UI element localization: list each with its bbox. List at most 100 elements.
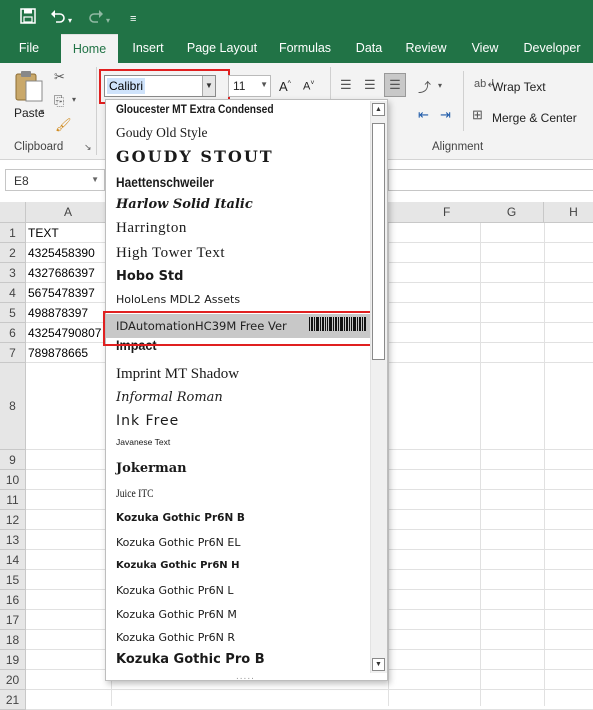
row-header[interactable]: 1 — [0, 223, 26, 243]
customize-icon[interactable]: ≡ — [130, 10, 136, 28]
row-header[interactable]: 20 — [0, 670, 26, 690]
copy-icon[interactable]: ⎘ — [54, 93, 64, 109]
tab-insert[interactable]: Insert — [128, 34, 168, 63]
select-all-corner[interactable] — [0, 202, 26, 223]
cell[interactable]: 789878665 — [28, 346, 106, 360]
redo-dropdown-icon[interactable]: ▾ — [106, 12, 110, 30]
row-header[interactable]: 14 — [0, 550, 26, 570]
font-list-item[interactable]: Kozuka Gothic Pr6N L — [116, 584, 234, 597]
align-middle-icon[interactable]: ☰ — [364, 77, 376, 93]
scrollbar-thumb[interactable] — [372, 123, 385, 360]
tab-file[interactable]: File — [14, 34, 44, 63]
font-list-item[interactable]: Kozuka Gothic Pr6N EL — [116, 536, 240, 549]
row-header[interactable]: 18 — [0, 630, 26, 650]
font-size-combobox[interactable]: 11 ▼ — [228, 75, 271, 97]
undo-dropdown-icon[interactable]: ▾ — [68, 12, 72, 30]
cut-icon[interactable]: ✂ — [54, 69, 65, 85]
row-header[interactable]: 3 — [0, 263, 26, 283]
name-box-dropdown-icon[interactable]: ▼ — [91, 175, 99, 184]
column-header-g[interactable]: G — [480, 202, 544, 223]
increase-indent-icon[interactable]: ⇥ — [440, 107, 451, 123]
tab-home[interactable]: Home — [61, 34, 118, 63]
clipboard-launcher-icon[interactable]: ↘ — [84, 142, 92, 153]
wrap-text-label[interactable]: Wrap Text — [492, 80, 546, 94]
row-header[interactable]: 8 — [0, 363, 26, 450]
cell[interactable]: TEXT — [28, 226, 106, 240]
font-size-value[interactable]: 11 — [233, 79, 245, 93]
cell[interactable]: 4327686397 — [28, 266, 106, 280]
row-header[interactable]: 6 — [0, 323, 26, 343]
selected-font-highlight — [103, 311, 375, 346]
copy-dropdown-icon[interactable]: ▾ — [72, 95, 76, 104]
row-header[interactable]: 16 — [0, 590, 26, 610]
align-top-icon[interactable]: ☰ — [340, 77, 352, 93]
tab-developer[interactable]: Developer — [518, 34, 586, 63]
font-list-item[interactable]: Kozuka Gothic Pr6N R — [116, 631, 235, 644]
font-list-item[interactable]: HoloLens MDL2 Assets — [116, 293, 240, 306]
merge-center-icon[interactable]: ⊞ — [472, 107, 483, 123]
row-header[interactable]: 9 — [0, 450, 26, 470]
font-size-dropdown-icon[interactable]: ▼ — [260, 80, 268, 89]
font-list-item[interactable]: Hobo Std — [116, 269, 183, 284]
font-list-item[interactable]: Harlow Solid Italic — [116, 197, 253, 212]
name-box-value[interactable]: E8 — [14, 174, 29, 188]
font-list-item[interactable]: Kozuka Gothic Pro B — [116, 652, 265, 667]
orientation-dropdown-icon[interactable]: ▾ — [438, 81, 442, 90]
tab-formulas[interactable]: Formulas — [275, 34, 335, 63]
save-icon[interactable] — [20, 8, 36, 29]
shrink-font-icon[interactable]: A˅ — [303, 80, 314, 93]
font-list-item[interactable]: High Tower Text — [116, 245, 225, 262]
row-header[interactable]: 13 — [0, 530, 26, 550]
font-list-item[interactable]: Haettenschweiler — [116, 174, 214, 190]
font-list-item[interactable]: GOUDY STOUT — [116, 147, 274, 166]
font-list-item[interactable]: Informal Roman — [116, 390, 223, 405]
font-list-item[interactable]: Goudy Old Style — [116, 125, 208, 141]
tab-data[interactable]: Data — [350, 34, 388, 63]
font-list-item[interactable]: Gloucester MT Extra Condensed — [116, 102, 274, 116]
font-list-item[interactable]: Jokerman — [116, 461, 187, 476]
scroll-up-icon[interactable]: ▲ — [372, 103, 385, 116]
undo-icon[interactable] — [50, 8, 66, 29]
tab-view[interactable]: View — [466, 34, 504, 63]
format-painter-icon[interactable]: 🖌 — [55, 117, 72, 133]
tab-review[interactable]: Review — [402, 34, 450, 63]
row-header[interactable]: 4 — [0, 283, 26, 303]
row-header[interactable]: 2 — [0, 243, 26, 263]
row-header[interactable]: 5 — [0, 303, 26, 323]
font-list-item[interactable]: Kozuka Gothic Pr6N M — [116, 608, 237, 621]
row-header[interactable]: 19 — [0, 650, 26, 670]
formula-bar[interactable] — [388, 169, 593, 191]
scroll-down-icon[interactable]: ▼ — [372, 658, 385, 671]
row-header[interactable]: 12 — [0, 510, 26, 530]
resize-grip-icon[interactable]: ..... — [236, 671, 255, 682]
merge-center-label[interactable]: Merge & Center — [492, 111, 577, 125]
font-list-item[interactable]: Ink Free — [116, 413, 179, 429]
cell[interactable]: 5675478397 — [28, 286, 106, 300]
font-list-item[interactable]: Javanese Text — [116, 437, 170, 447]
row-header[interactable]: 21 — [0, 690, 26, 710]
name-box[interactable]: E8 ▼ — [5, 169, 105, 191]
paste-icon[interactable] — [14, 69, 44, 103]
font-list-item[interactable]: Juice ITC — [116, 486, 154, 501]
paste-dropdown-icon[interactable]: ▾ — [40, 107, 44, 116]
row-header[interactable]: 11 — [0, 490, 26, 510]
align-bottom-icon[interactable]: ☰ — [384, 73, 406, 97]
cell[interactable]: 43254790807 — [28, 326, 106, 340]
font-list-item[interactable]: Kozuka Gothic Pr6N B — [116, 512, 245, 524]
font-list-item[interactable]: Imprint MT Shadow — [116, 366, 239, 383]
row-header[interactable]: 7 — [0, 343, 26, 363]
font-list-item[interactable]: Kozuka Gothic Pr6N H — [116, 560, 240, 571]
grow-font-icon[interactable]: A^ — [279, 79, 291, 94]
column-header-h[interactable]: H — [544, 202, 593, 223]
row-header[interactable]: 10 — [0, 470, 26, 490]
tab-page-layout[interactable]: Page Layout — [182, 34, 262, 63]
row-header[interactable]: 15 — [0, 570, 26, 590]
row-header[interactable]: 17 — [0, 610, 26, 630]
cell[interactable]: 4325458390 — [28, 246, 106, 260]
orientation-icon[interactable]: ⤴ — [418, 77, 431, 96]
redo-icon[interactable] — [88, 8, 104, 29]
column-header-a[interactable]: A — [26, 202, 111, 223]
decrease-indent-icon[interactable]: ⇤ — [418, 107, 429, 123]
cell[interactable]: 498878397 — [28, 306, 106, 320]
font-list-item[interactable]: Harrington — [116, 220, 187, 237]
